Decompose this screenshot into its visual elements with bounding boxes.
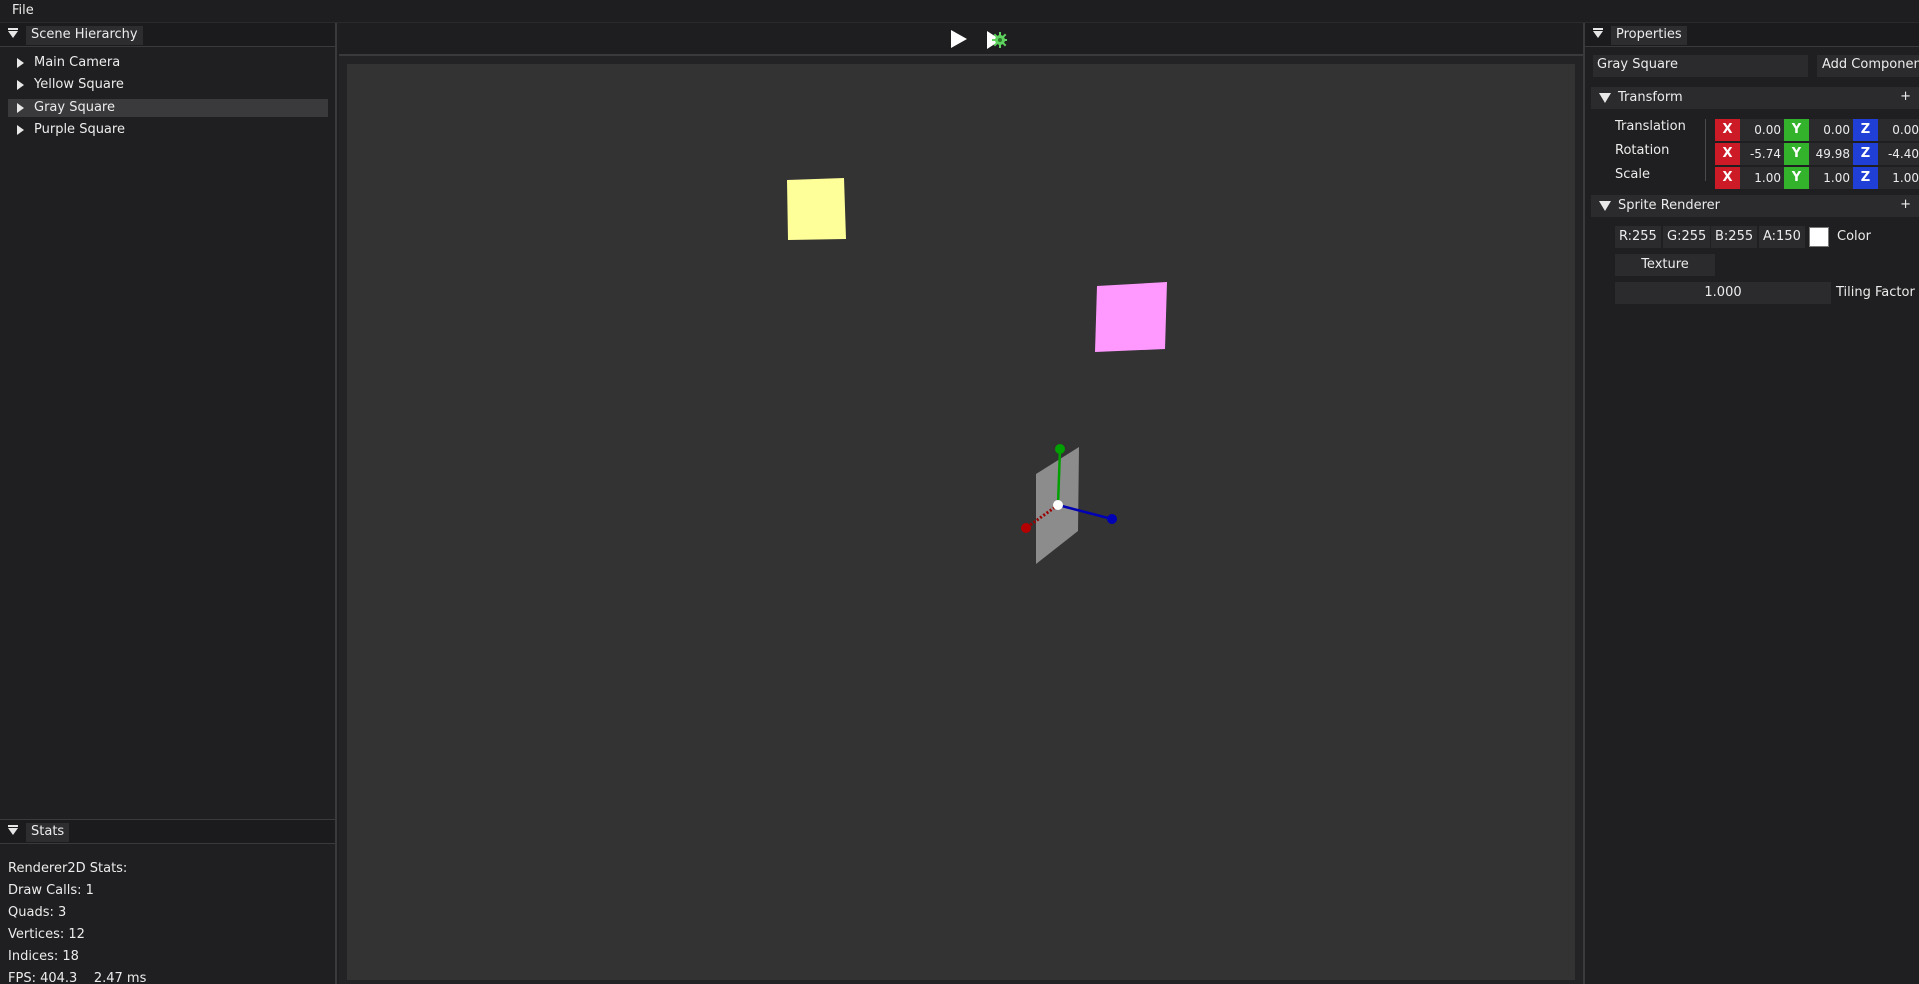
translation-x-button[interactable]: X bbox=[1715, 119, 1740, 141]
expand-arrow-icon[interactable] bbox=[17, 125, 24, 135]
panel-header: Scene Hierarchy bbox=[0, 23, 335, 47]
gizmo-y-handle[interactable] bbox=[1055, 444, 1065, 454]
scale-x-field[interactable]: 1.00 bbox=[1740, 167, 1784, 189]
rotation-x-field[interactable]: -5.74 bbox=[1740, 143, 1784, 165]
play-icon[interactable] bbox=[951, 30, 967, 48]
translation-y-field[interactable]: 0.00 bbox=[1809, 119, 1853, 141]
tree-item-yellow-square[interactable]: Yellow Square bbox=[8, 76, 328, 94]
texture-button[interactable]: Texture bbox=[1615, 254, 1715, 276]
rotation-label: Rotation bbox=[1615, 143, 1670, 158]
color-r-field[interactable]: R:255 bbox=[1615, 226, 1661, 248]
add-component-button[interactable]: Add Component bbox=[1817, 55, 1919, 77]
rotation-x-button[interactable]: X bbox=[1715, 143, 1740, 165]
scale-z-field[interactable]: 1.00 bbox=[1878, 167, 1919, 189]
stats-heading: Renderer2D Stats: bbox=[8, 861, 128, 876]
collapse-icon[interactable] bbox=[1593, 28, 1603, 38]
collapse-icon[interactable] bbox=[8, 28, 18, 38]
rotation-y-button[interactable]: Y bbox=[1784, 143, 1809, 165]
stats-panel: Stats Renderer2D Stats: Draw Calls: 1 Qu… bbox=[0, 819, 337, 984]
expand-arrow-icon[interactable] bbox=[17, 103, 24, 113]
scale-z-button[interactable]: Z bbox=[1853, 167, 1878, 189]
transform-settings-button[interactable]: + bbox=[1900, 89, 1911, 104]
transform-title: Transform bbox=[1618, 90, 1683, 105]
menu-file[interactable]: File bbox=[12, 3, 34, 18]
translation-z-button[interactable]: Z bbox=[1853, 119, 1878, 141]
gizmo-x-handle[interactable] bbox=[1021, 523, 1031, 533]
viewport-toolbar bbox=[339, 23, 1583, 56]
scene-viewport[interactable] bbox=[347, 64, 1575, 980]
scale-x-button[interactable]: X bbox=[1715, 167, 1740, 189]
gizmo-z-handle[interactable] bbox=[1107, 514, 1117, 524]
tree-item-label: Yellow Square bbox=[34, 77, 124, 92]
yellow-square[interactable] bbox=[787, 178, 846, 240]
sprite-renderer-header[interactable]: Sprite Renderer + bbox=[1591, 195, 1919, 217]
tree-item-purple-square[interactable]: Purple Square bbox=[8, 121, 328, 139]
color-b-field[interactable]: B:255 bbox=[1711, 226, 1758, 248]
tab-properties[interactable]: Properties bbox=[1611, 26, 1687, 45]
stats-draw-calls: Draw Calls: 1 bbox=[8, 883, 94, 898]
color-swatch[interactable] bbox=[1809, 227, 1829, 247]
properties-panel: Properties Gray Square Add Component Tra… bbox=[1583, 23, 1919, 984]
translation-z-field[interactable]: 0.00 bbox=[1878, 119, 1919, 141]
tree-item-label: Main Camera bbox=[34, 55, 121, 70]
sprite-renderer-title: Sprite Renderer bbox=[1618, 198, 1721, 213]
translation-label: Translation bbox=[1615, 119, 1686, 134]
scale-y-button[interactable]: Y bbox=[1784, 167, 1809, 189]
purple-square[interactable] bbox=[1095, 282, 1167, 352]
tree-item-gray-square[interactable]: Gray Square bbox=[8, 99, 328, 117]
entity-name-field[interactable]: Gray Square bbox=[1593, 55, 1808, 77]
panel-header: Properties bbox=[1585, 23, 1919, 47]
viewport-frame bbox=[339, 56, 1583, 984]
tree-item-main-camera[interactable]: Main Camera bbox=[8, 54, 328, 72]
stats-indices: Indices: 18 bbox=[8, 949, 79, 964]
panel-header: Stats bbox=[0, 820, 335, 844]
rotation-z-field[interactable]: -4.40 bbox=[1878, 143, 1919, 165]
expand-arrow-icon[interactable] bbox=[17, 58, 24, 68]
stats-vertices: Vertices: 12 bbox=[8, 927, 85, 942]
scene-canvas[interactable] bbox=[347, 64, 1575, 980]
tree-item-label: Gray Square bbox=[34, 100, 115, 115]
rotation-y-field[interactable]: 49.98 bbox=[1809, 143, 1853, 165]
translation-y-button[interactable]: Y bbox=[1784, 119, 1809, 141]
menu-bar: File bbox=[0, 0, 1919, 23]
tab-stats[interactable]: Stats bbox=[26, 823, 70, 842]
color-label: Color bbox=[1837, 229, 1871, 244]
scale-label: Scale bbox=[1615, 167, 1650, 182]
tiling-factor-field[interactable]: 1.000 bbox=[1615, 282, 1831, 304]
sprite-renderer-settings-button[interactable]: + bbox=[1900, 197, 1911, 212]
expand-arrow-icon[interactable] bbox=[17, 80, 24, 90]
gizmo-center-handle[interactable] bbox=[1053, 500, 1063, 510]
stats-quads: Quads: 3 bbox=[8, 905, 67, 920]
color-a-field[interactable]: A:150 bbox=[1759, 226, 1805, 248]
collapse-icon[interactable] bbox=[1599, 201, 1611, 211]
translation-x-field[interactable]: 0.00 bbox=[1740, 119, 1784, 141]
collapse-icon[interactable] bbox=[8, 825, 18, 835]
scale-y-field[interactable]: 1.00 bbox=[1809, 167, 1853, 189]
simulate-icon[interactable] bbox=[985, 29, 1007, 51]
tab-scene-hierarchy[interactable]: Scene Hierarchy bbox=[26, 26, 143, 45]
column-divider bbox=[1705, 119, 1706, 181]
tiling-factor-label: Tiling Factor bbox=[1836, 285, 1915, 300]
rotation-z-button[interactable]: Z bbox=[1853, 143, 1878, 165]
collapse-icon[interactable] bbox=[1599, 93, 1611, 103]
scene-hierarchy-panel: Scene Hierarchy Main Camera Yellow Squar… bbox=[0, 23, 337, 819]
color-g-field[interactable]: G:255 bbox=[1663, 226, 1711, 248]
transform-header[interactable]: Transform + bbox=[1591, 87, 1919, 109]
tree-item-label: Purple Square bbox=[34, 122, 125, 137]
stats-fps: FPS: 404.3 2.47 ms bbox=[8, 971, 147, 984]
